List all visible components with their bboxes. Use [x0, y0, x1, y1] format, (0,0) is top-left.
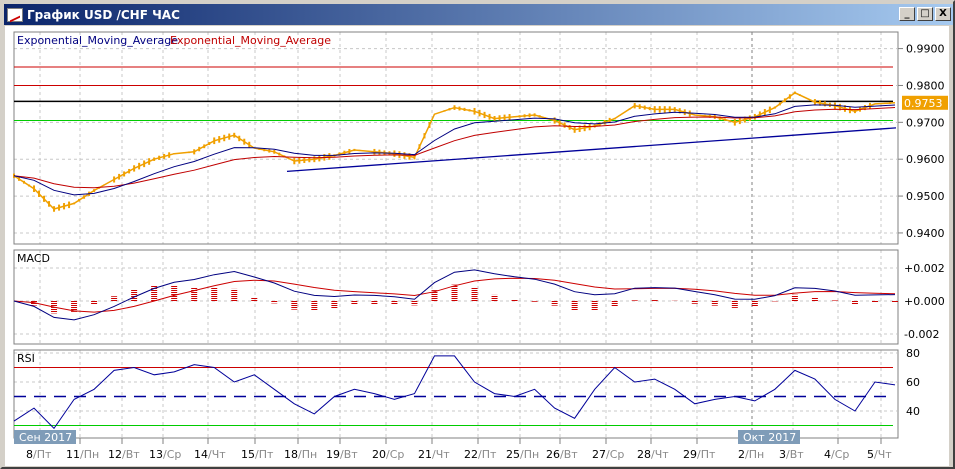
- time-label: 3/Вт: [779, 448, 804, 461]
- time-label: 2/Пн: [738, 448, 764, 461]
- time-label: 29/Пт: [683, 448, 716, 461]
- weekday: /Вт: [786, 448, 804, 461]
- weekday: /Чт: [874, 448, 892, 461]
- day-number: 12: [108, 448, 122, 461]
- day-number: 11: [66, 448, 80, 461]
- time-label: 19/Вт: [326, 448, 358, 461]
- rsi-title: RSI: [17, 352, 35, 365]
- price-tick-label: 0.9800: [906, 79, 945, 92]
- day-number: 3: [779, 448, 786, 461]
- weekday: /Ср: [386, 448, 404, 461]
- day-number: 4: [824, 448, 831, 461]
- macd-tick-label: +0.002: [904, 262, 945, 275]
- time-label: 4/Ср: [824, 448, 849, 461]
- chart-background: [5, 26, 949, 466]
- weekday: /Вт: [122, 448, 140, 461]
- price-tick-label: 0.9700: [906, 116, 945, 129]
- day-number: 22: [464, 448, 478, 461]
- day-number: 27: [592, 448, 606, 461]
- macd-tick-label: +0.000: [904, 295, 945, 308]
- time-label: 27/Ср: [592, 448, 624, 461]
- weekday: /Пн: [745, 448, 764, 461]
- day-number: 8: [26, 448, 33, 461]
- day-number: 25: [506, 448, 520, 461]
- weekday: /Ср: [163, 448, 181, 461]
- day-number: 29: [683, 448, 697, 461]
- price-tick-label: 0.9600: [906, 153, 945, 166]
- time-label: 11/Пн: [66, 448, 99, 461]
- day-number: 14: [194, 448, 208, 461]
- weekday: /Пт: [697, 448, 716, 461]
- weekday: /Пт: [478, 448, 497, 461]
- price-tick-label: 0.9900: [906, 43, 945, 56]
- time-label: 8/Пт: [26, 448, 52, 461]
- month-label: Окт 2017: [743, 431, 796, 444]
- weekday: /Чт: [432, 448, 450, 461]
- day-number: 15: [241, 448, 255, 461]
- day-number: 26: [546, 448, 560, 461]
- time-label: 21/Чт: [418, 448, 450, 461]
- day-number: 5: [867, 448, 874, 461]
- time-label: 28/Чт: [637, 448, 669, 461]
- weekday: /Вт: [560, 448, 578, 461]
- time-label: 5/Чт: [867, 448, 892, 461]
- weekday: /Вт: [340, 448, 358, 461]
- day-number: 20: [372, 448, 386, 461]
- price-tick-label: 0.9400: [906, 227, 945, 240]
- weekday: /Пт: [33, 448, 52, 461]
- day-number: 28: [637, 448, 651, 461]
- day-number: 13: [149, 448, 163, 461]
- time-label: 12/Вт: [108, 448, 140, 461]
- day-number: 19: [326, 448, 340, 461]
- macd-title: MACD: [17, 252, 50, 265]
- time-label: 22/Пт: [464, 448, 497, 461]
- day-number: 21: [418, 448, 432, 461]
- weekday: /Пн: [520, 448, 539, 461]
- weekday: /Чт: [208, 448, 226, 461]
- legend-ema-slow: Exponential_Moving_Average: [170, 34, 331, 47]
- time-label: 14/Чт: [194, 448, 226, 461]
- weekday: /Чт: [651, 448, 669, 461]
- macd-tick-label: -0.002: [904, 328, 939, 341]
- rsi-tick-label: 40: [906, 405, 920, 418]
- rsi-tick-label: 60: [906, 376, 920, 389]
- day-number: 18: [284, 448, 298, 461]
- weekday: /Ср: [831, 448, 849, 461]
- weekday: /Ср: [606, 448, 624, 461]
- legend-ema-fast: Exponential_Moving_Average: [17, 34, 178, 47]
- weekday: /Пт: [255, 448, 274, 461]
- day-number: 2: [738, 448, 745, 461]
- current-price-label: 0.9753: [904, 97, 943, 110]
- rsi-tick-label: 80: [906, 347, 920, 360]
- time-label: 15/Пт: [241, 448, 274, 461]
- time-label: 26/Вт: [546, 448, 578, 461]
- price-tick-label: 0.9500: [906, 190, 945, 203]
- time-label: 20/Ср: [372, 448, 404, 461]
- time-label: 13/Ср: [149, 448, 181, 461]
- time-label: 25/Пн: [506, 448, 539, 461]
- time-label: 18/Пн: [284, 448, 317, 461]
- weekday: /Пн: [80, 448, 99, 461]
- chart-canvas[interactable]: Exponential_Moving_Average Exponential_M…: [0, 0, 955, 469]
- weekday: /Пн: [298, 448, 317, 461]
- month-label: Сен 2017: [19, 431, 72, 444]
